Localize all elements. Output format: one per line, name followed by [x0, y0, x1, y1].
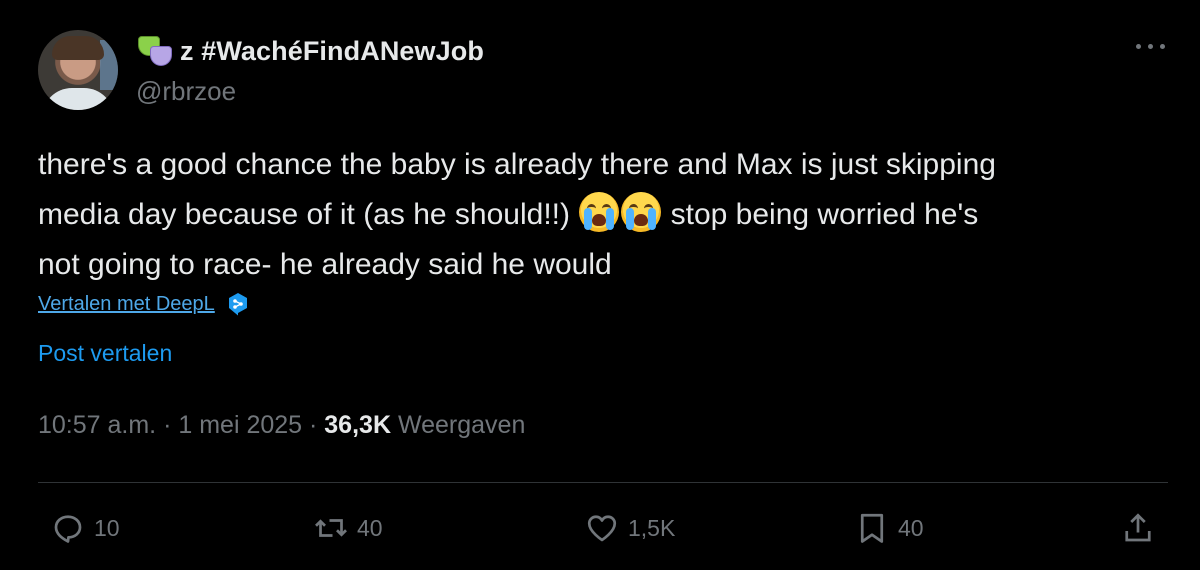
performing-arts-icon: [136, 34, 174, 68]
heart-icon: [587, 515, 617, 542]
meta-separator: ·: [156, 411, 179, 439]
meta-separator: ·: [302, 411, 325, 439]
tweet-date[interactable]: 1 mei 2025: [178, 411, 302, 439]
deepl-logo-icon: [228, 293, 247, 316]
deepl-translate[interactable]: Vertalen met DeepL: [38, 292, 249, 316]
share-icon: [1125, 513, 1151, 542]
author-display-name[interactable]: z #WachéFindANewJob: [180, 36, 484, 67]
tweet-time[interactable]: 10:57 a.m.: [38, 411, 156, 439]
tweet-text: there's a good chance the baby is alread…: [38, 140, 1168, 290]
reply-count: 10: [94, 514, 120, 541]
reply-icon: [54, 515, 82, 543]
post-translate-link[interactable]: Post vertalen: [38, 340, 172, 367]
divider: [38, 482, 1168, 483]
avatar-shirt: [42, 88, 114, 110]
views-count[interactable]: 36,3K: [324, 411, 391, 439]
loudly-crying-face-icon: [621, 192, 662, 232]
like-button[interactable]: 1,5K: [584, 510, 675, 546]
tweet-text-line-1: there's a good chance the baby is alread…: [38, 148, 996, 181]
avatar-hair: [52, 36, 104, 60]
repost-button[interactable]: 40: [313, 510, 383, 546]
author-name-row[interactable]: z #WachéFindANewJob: [136, 32, 484, 70]
tweet-meta: 10:57 a.m. · 1 mei 2025 · 36,3K Weergave…: [38, 411, 525, 440]
views-label[interactable]: Weergaven: [398, 411, 525, 439]
user-avatar[interactable]: [38, 30, 118, 110]
reply-button[interactable]: 10: [50, 510, 120, 546]
tweet-text-line-2-end: stop being worried he's: [662, 198, 979, 231]
repost-icon: [315, 519, 347, 537]
bookmark-count: 40: [898, 514, 924, 541]
tweet-text-line-2: media day because of it (as he should!!)…: [38, 190, 1168, 240]
like-count: 1,5K: [628, 514, 676, 541]
bookmark-icon: [860, 513, 884, 543]
tweet-text-line-2-start: media day because of it (as he should!!): [38, 198, 579, 231]
repost-count: 40: [357, 514, 383, 541]
loudly-crying-face-icon: [579, 192, 620, 232]
tweet-text-line-3: not going to race- he already said he wo…: [38, 248, 612, 281]
bookmark-button[interactable]: 40: [854, 510, 924, 546]
author-handle[interactable]: @rbrzoe: [136, 76, 236, 107]
deepl-translate-link[interactable]: Vertalen met DeepL: [38, 293, 215, 316]
share-button[interactable]: [1120, 510, 1164, 546]
more-options-icon[interactable]: [1136, 36, 1166, 56]
